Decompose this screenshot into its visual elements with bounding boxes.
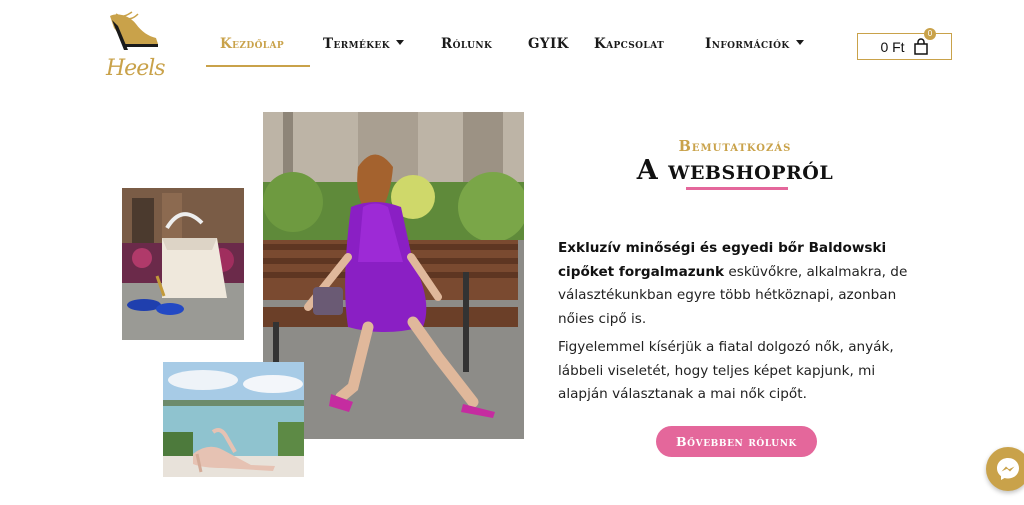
active-nav-underline	[206, 65, 310, 67]
nude-heels-lake-photo	[163, 362, 304, 477]
nav-item-label: Információk	[705, 36, 790, 52]
nav-item-kezdolap[interactable]: Kezdőlap	[220, 36, 284, 52]
cart-total: 0 Ft	[880, 38, 905, 55]
more-about-us-button[interactable]: Bővebben rólunk	[656, 426, 817, 457]
handbag-and-blue-shoes-photo	[122, 188, 244, 340]
nav-item-termekek[interactable]: Termékek	[323, 36, 404, 52]
nav-item-label: Kapcsolat	[594, 36, 665, 52]
shopping-bag-icon	[913, 38, 928, 55]
nav-item-label: Termékek	[323, 36, 390, 52]
about-paragraph-1: Exkluzív minőségi és egyedi bőr Baldowsk…	[558, 237, 908, 331]
nav-item-label: Kezdőlap	[220, 36, 285, 52]
section-eyebrow: Bemutatkozás	[678, 138, 792, 155]
nav-item-rolunk[interactable]: Rólunk	[441, 36, 492, 52]
brand-logo[interactable]: Heels	[104, 10, 168, 84]
about-paragraph-2: Figyelemmel kísérjük a fiatal dolgozó nő…	[558, 339, 894, 402]
messenger-chat-button[interactable]	[986, 447, 1024, 491]
nav-item-kapcsolat[interactable]: Kapcsolat	[594, 36, 664, 52]
messenger-icon	[997, 458, 1019, 480]
nav-item-informaciok[interactable]: Információk	[705, 36, 804, 52]
logo-wordmark: Heels	[106, 56, 166, 81]
headline-underline	[686, 187, 788, 190]
caret-down-icon	[395, 40, 404, 45]
nav-item-label: Rólunk	[441, 36, 493, 52]
nav-item-label: GYIK	[528, 36, 569, 52]
cart-count-badge: 0	[924, 28, 936, 40]
high-heel-shoe-icon	[110, 11, 158, 50]
nav-item-gyik[interactable]: GYIK	[528, 36, 569, 52]
cart-button[interactable]: 0 Ft 0	[857, 28, 952, 60]
section-headline: A webshopról	[636, 155, 834, 186]
caret-down-icon	[795, 40, 804, 45]
